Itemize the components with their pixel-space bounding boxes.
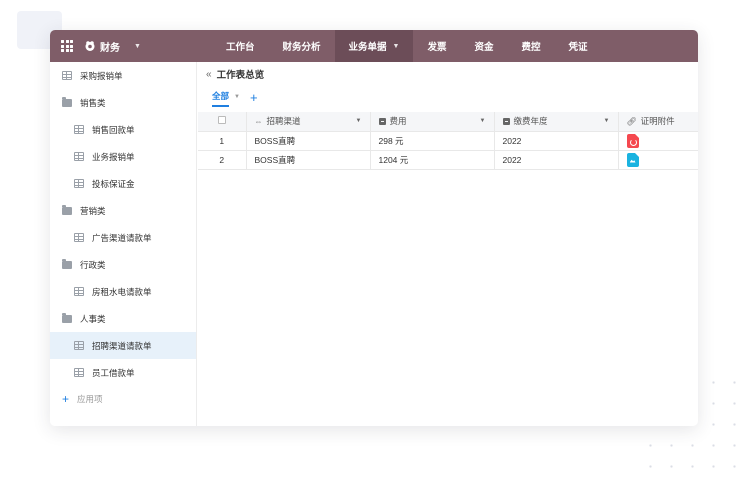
number-icon — [378, 117, 386, 125]
add-app-item-button[interactable]: + 应用项 — [50, 386, 196, 412]
row-index: 1 — [198, 131, 247, 151]
nav-item-funds[interactable]: 资金 — [461, 30, 508, 62]
folder-icon — [62, 96, 72, 107]
add-view-button[interactable]: + — [250, 91, 258, 104]
select-all-checkbox[interactable] — [217, 116, 226, 125]
row-index: 2 — [198, 150, 247, 170]
sidebar-folder-sales[interactable]: 销售类 — [50, 89, 196, 116]
chevron-down-icon[interactable]: ▼ — [604, 118, 610, 124]
sidebar-item-ad-channel-request[interactable]: 广告渠道请款单 — [50, 224, 196, 251]
breadcrumb: « 工作表总览 — [198, 62, 698, 86]
pdf-file-icon[interactable] — [626, 133, 639, 148]
cell-attachment[interactable] — [618, 150, 698, 170]
app-grid-icon[interactable] — [50, 40, 84, 52]
sidebar: 采购报销单 销售类 销售回款单 业务报销单 投标保证金 营销类 广告渠道请款单 … — [50, 62, 197, 426]
nav-item-invoices[interactable]: 发票 — [413, 30, 460, 62]
chevron-down-icon: ▼ — [392, 42, 400, 50]
table-icon — [74, 179, 84, 188]
cell-attachment[interactable] — [618, 131, 698, 151]
number-icon — [502, 117, 510, 125]
image-file-icon[interactable] — [626, 152, 639, 167]
table-icon — [74, 233, 84, 242]
column-header-fee[interactable]: 费用 ▼ — [370, 112, 495, 132]
page-title: 工作表总览 — [216, 70, 265, 81]
option-icon: ⇔ — [254, 116, 263, 126]
folder-icon — [62, 204, 72, 215]
view-tabs: 全部 ▼ + — [198, 86, 698, 108]
sidebar-item-rent-utilities-request[interactable]: 房租水电请款单 — [50, 278, 196, 305]
chevron-down-icon[interactable]: ▼ — [356, 118, 362, 124]
sidebar-item-employee-loan[interactable]: 员工借款单 — [50, 359, 196, 386]
app-window: 财务 ▼ 工作台 财务分析 业务单据 ▼ 发票 资金 费控 凭证 采购报销单 销售… — [50, 30, 698, 426]
sidebar-item-business-reimbursement[interactable]: 业务报销单 — [50, 143, 196, 170]
top-navigation-bar: 财务 ▼ 工作台 财务分析 业务单据 ▼ 发票 资金 费控 凭证 — [50, 30, 698, 62]
folder-icon — [62, 258, 72, 269]
cell-fee[interactable]: 298 元 — [370, 131, 495, 151]
select-all-cell — [198, 112, 247, 132]
chevron-down-icon[interactable]: ▼ — [480, 118, 486, 124]
sidebar-item-bid-deposit[interactable]: 投标保证金 — [50, 170, 196, 197]
app-name: 财务 — [100, 42, 120, 54]
sidebar-folder-marketing[interactable]: 营销类 — [50, 197, 196, 224]
nav-item-business-documents[interactable]: 业务单据 ▼ — [334, 30, 414, 62]
nav-item-financial-analysis[interactable]: 财务分析 — [269, 30, 335, 62]
chevron-down-icon[interactable]: ▼ — [234, 94, 240, 100]
table-icon — [74, 152, 84, 161]
cell-channel[interactable]: BOSS直聘 — [246, 150, 371, 170]
table-icon — [62, 71, 72, 80]
table-row[interactable]: 1 BOSS直聘 298 元 2022 — [198, 131, 698, 151]
app-selector[interactable]: 财务 ▼ — [84, 39, 212, 54]
attachment-icon: 🔗︎ — [626, 116, 637, 126]
cell-year[interactable]: 2022 — [494, 131, 619, 151]
cell-channel[interactable]: BOSS直聘 — [246, 131, 371, 151]
column-header-attachment[interactable]: 🔗︎ 证明附件 — [618, 112, 698, 132]
table-row[interactable]: 2 BOSS直聘 1204 元 2022 — [198, 150, 698, 170]
sidebar-folder-admin[interactable]: 行政类 — [50, 251, 196, 278]
records-table: ⇔ 招聘渠道 ▼ 费用 ▼ 缴费年度 ▼ 🔗︎ 证明附件 1 BOSS直聘 298 元 2… — [198, 112, 698, 170]
nav-item-vouchers[interactable]: 凭证 — [555, 30, 602, 62]
sidebar-item-sales-receipt[interactable]: 销售回款单 — [50, 116, 196, 143]
table-icon — [74, 341, 84, 350]
plus-icon: + — [62, 392, 70, 406]
folder-icon — [62, 312, 72, 323]
nav-item-expense-control[interactable]: 费控 — [508, 30, 555, 62]
table-icon — [74, 125, 84, 134]
tab-all[interactable]: 全部 — [212, 90, 230, 107]
table-header-row: ⇔ 招聘渠道 ▼ 费用 ▼ 缴费年度 ▼ 🔗︎ 证明附件 — [198, 112, 698, 132]
main-nav: 工作台 财务分析 业务单据 ▼ 发票 资金 费控 凭证 — [212, 30, 602, 62]
cell-year[interactable]: 2022 — [494, 150, 619, 170]
column-header-year[interactable]: 缴费年度 ▼ — [494, 112, 619, 132]
collapse-left-icon[interactable]: « — [206, 69, 212, 80]
column-header-channel[interactable]: ⇔ 招聘渠道 ▼ — [246, 112, 371, 132]
table-icon — [74, 287, 84, 296]
cell-fee[interactable]: 1204 元 — [370, 150, 495, 170]
chevron-down-icon: ▼ — [134, 42, 141, 50]
nav-item-workbench[interactable]: 工作台 — [212, 30, 269, 62]
main-content: « 工作表总览 全部 ▼ + ⇔ 招聘渠道 ▼ 费用 ▼ 缴费年度 ▼ 🔗︎ 证明附件 — [198, 62, 698, 426]
sidebar-item-recruitment-channel-request[interactable]: 招聘渠道请款单 — [50, 332, 196, 359]
sidebar-folder-hr[interactable]: 人事类 — [50, 305, 196, 332]
sidebar-item-purchase-reimbursement[interactable]: 采购报销单 — [50, 62, 196, 89]
table-icon — [74, 368, 84, 377]
app-logo-icon — [85, 41, 95, 51]
